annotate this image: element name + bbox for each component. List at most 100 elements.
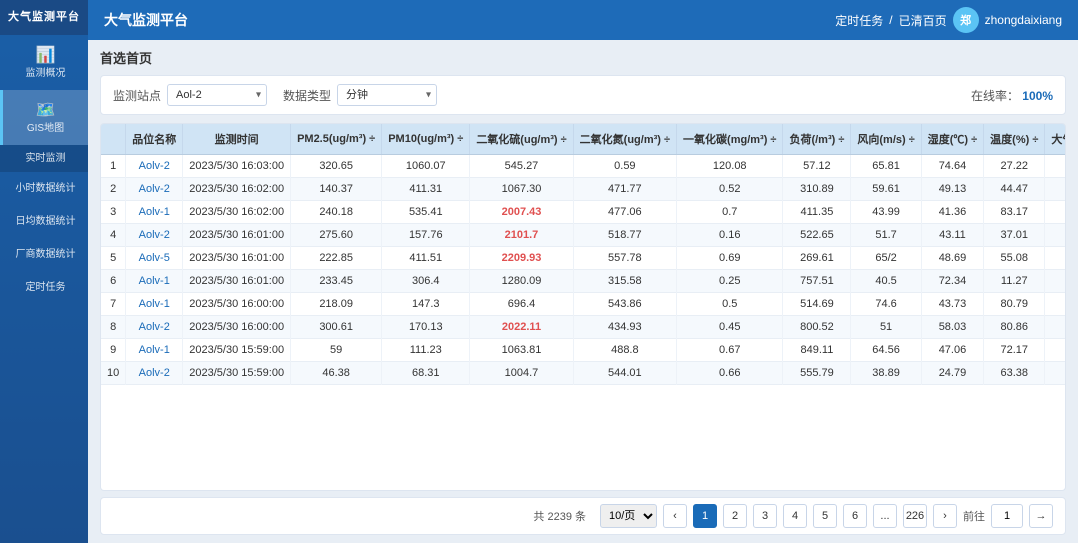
td-temp: 72.17 <box>984 339 1045 362</box>
td-load: 849.11 <box>783 339 851 362</box>
page-6[interactable]: 6 <box>843 504 867 528</box>
td-pm10: 111.23 <box>382 339 470 362</box>
td-load: 269.61 <box>783 247 851 270</box>
td-humidity: 72.34 <box>921 270 983 293</box>
goto-btn[interactable]: → <box>1029 504 1053 528</box>
td-co: 0.5 <box>677 293 783 316</box>
td-wind: 59.61 <box>851 178 921 201</box>
td-no2: 0.59 <box>573 155 676 178</box>
td-wind: 65.81 <box>851 155 921 178</box>
td-no: 4 <box>101 224 126 247</box>
table-header-row: 品位名称 监测时间 PM2.5(ug/m³) ÷ PM10(ug/m³) ÷ 二… <box>101 124 1066 155</box>
sidebar-item-realtime[interactable]: 实时监测 <box>0 145 88 172</box>
td-wind: 74.6 <box>851 293 921 316</box>
sidebar-item-schedule[interactable]: 定时任务 <box>0 271 88 304</box>
col-temp[interactable]: 温度(%) ÷ <box>984 124 1045 155</box>
goto-label: 前往 <box>963 508 985 524</box>
sidebar-item-monitor[interactable]: 📊 监测概况 <box>0 35 88 90</box>
td-pressure: 50.16 <box>1045 201 1066 224</box>
page-ellipsis: ... <box>873 504 897 528</box>
td-so2: 696.4 <box>470 293 573 316</box>
table-row: 5 Aolv-5 2023/5/30 16:01:00 222.85 411.5… <box>101 247 1066 270</box>
breadcrumb-home[interactable]: 已清百页 <box>899 12 947 29</box>
data-table-container: 品位名称 监测时间 PM2.5(ug/m³) ÷ PM10(ug/m³) ÷ 二… <box>100 123 1066 491</box>
col-co[interactable]: 一氧化碳(mg/m³) ÷ <box>677 124 783 155</box>
td-so2: 2101.7 <box>470 224 573 247</box>
td-no: 1 <box>101 155 126 178</box>
sidebar-item-day-stat[interactable]: 日均数据统计 <box>0 205 88 238</box>
td-wind: 65/2 <box>851 247 921 270</box>
sidebar-item-label: 定时任务 <box>7 281 84 294</box>
col-wind[interactable]: 风向(m/s) ÷ <box>851 124 921 155</box>
td-humidity: 43.11 <box>921 224 983 247</box>
col-name[interactable]: 品位名称 <box>126 124 183 155</box>
col-so2[interactable]: 二氧化硫(ug/m³) ÷ <box>470 124 573 155</box>
td-humidity: 43.73 <box>921 293 983 316</box>
point-select[interactable]: Aol-2 Aol-1 <box>167 84 267 106</box>
page-226[interactable]: 226 <box>903 504 927 528</box>
content-area: 首选首页 监测站点 Aol-2 Aol-1 数据类型 分钟 小时 <box>88 40 1078 543</box>
sidebar-item-hour-stat[interactable]: 小时数据统计 <box>0 172 88 205</box>
td-time: 2023/5/30 16:03:00 <box>183 155 291 178</box>
td-pm25: 320.65 <box>291 155 382 178</box>
col-load[interactable]: 负荷(/m³) ÷ <box>783 124 851 155</box>
td-time: 2023/5/30 16:01:00 <box>183 224 291 247</box>
td-co: 0.67 <box>677 339 783 362</box>
td-load: 310.89 <box>783 178 851 201</box>
sidebar-item-factory[interactable]: 厂商数据统计 <box>0 238 88 271</box>
col-humidity[interactable]: 湿度(℃) ÷ <box>921 124 983 155</box>
td-pm25: 275.60 <box>291 224 382 247</box>
td-humidity: 24.79 <box>921 362 983 385</box>
header-title: 大气监测平台 <box>104 10 188 30</box>
page-3[interactable]: 3 <box>753 504 777 528</box>
td-time: 2023/5/30 16:00:00 <box>183 316 291 339</box>
pagination-total: 共 2239 条 <box>533 508 586 524</box>
sidebar-sub-menu: 实时监测 <box>0 145 88 172</box>
sidebar-item-gis[interactable]: 🗺️ GIS地图 <box>0 90 88 145</box>
page-size-select[interactable]: 10/页 20/页 50/页 <box>600 504 657 528</box>
col-time[interactable]: 监测时间 <box>183 124 291 155</box>
td-no2: 477.06 <box>573 201 676 224</box>
td-wind: 43.99 <box>851 201 921 224</box>
td-so2: 1067.30 <box>470 178 573 201</box>
page-2[interactable]: 2 <box>723 504 747 528</box>
page-1[interactable]: 1 <box>693 504 717 528</box>
filter-bar: 监测站点 Aol-2 Aol-1 数据类型 分钟 小时 日 <box>100 75 1066 115</box>
td-wind: 38.89 <box>851 362 921 385</box>
td-name: Aolv-2 <box>126 224 183 247</box>
page-4[interactable]: 4 <box>783 504 807 528</box>
page-5[interactable]: 5 <box>813 504 837 528</box>
header-user: 定时任务 / 已清百页 郑 zhongdaixiang <box>835 7 1062 33</box>
page-next[interactable]: › <box>933 504 957 528</box>
username: zhongdaixiang <box>985 13 1062 27</box>
td-time: 2023/5/30 16:00:00 <box>183 293 291 316</box>
col-pm25[interactable]: PM2.5(ug/m³) ÷ <box>291 124 382 155</box>
pagination: 共 2239 条 10/页 20/页 50/页 ‹ 1 2 3 4 5 6 ..… <box>100 497 1066 535</box>
td-time: 2023/5/30 16:02:00 <box>183 178 291 201</box>
td-time: 2023/5/30 15:59:00 <box>183 362 291 385</box>
col-pm10[interactable]: PM10(ug/m³) ÷ <box>382 124 470 155</box>
table-row: 3 Aolv-1 2023/5/30 16:02:00 240.18 535.4… <box>101 201 1066 224</box>
td-no: 9 <box>101 339 126 362</box>
goto-input[interactable] <box>991 504 1023 528</box>
col-no2[interactable]: 二氧化氮(ug/m³) ÷ <box>573 124 676 155</box>
td-pm10: 306.4 <box>382 270 470 293</box>
td-pm10: 68.31 <box>382 362 470 385</box>
page-prev[interactable]: ‹ <box>663 504 687 528</box>
td-pm25: 222.85 <box>291 247 382 270</box>
td-pm10: 170.13 <box>382 316 470 339</box>
td-no2: 543.86 <box>573 293 676 316</box>
type-select-wrapper: 分钟 小时 日 <box>337 84 437 106</box>
table-row: 2 Aolv-2 2023/5/30 16:02:00 140.37 411.3… <box>101 178 1066 201</box>
td-no2: 434.93 <box>573 316 676 339</box>
col-pressure[interactable]: 大气压(kpa) ÷ <box>1045 124 1066 155</box>
td-humidity: 74.64 <box>921 155 983 178</box>
td-pressure: 67.44 <box>1045 270 1066 293</box>
table-row: 10 Aolv-2 2023/5/30 15:59:00 46.38 68.31… <box>101 362 1066 385</box>
td-humidity: 47.06 <box>921 339 983 362</box>
type-select[interactable]: 分钟 小时 日 <box>337 84 437 106</box>
td-humidity: 41.36 <box>921 201 983 224</box>
td-pm10: 1060.07 <box>382 155 470 178</box>
sidebar-navigation: 📊 监测概况 🗺️ GIS地图 实时监测 小时数据统计 日均数据统计 厂商数据统… <box>0 35 88 543</box>
td-no2: 471.77 <box>573 178 676 201</box>
